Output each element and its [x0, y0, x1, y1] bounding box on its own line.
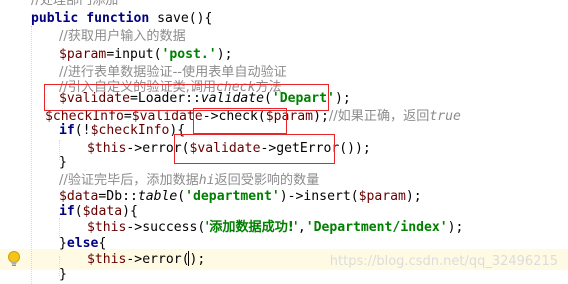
highlight-box — [193, 108, 287, 134]
keyword-else: else — [66, 236, 99, 251]
string-literal: '添加数据成功!' — [205, 220, 298, 235]
code-text: =Db:: — [98, 189, 138, 204]
comment: hi — [198, 173, 215, 188]
comment: //获取用户输入的数据 — [59, 29, 186, 44]
method-name: table — [137, 189, 178, 204]
comment: //如果正确，返回 — [328, 109, 430, 124]
variable: $param — [59, 47, 107, 62]
code-text: { — [98, 236, 107, 251]
variable: $this — [87, 220, 127, 235]
code-text: , — [297, 220, 306, 235]
code-line-1: //处理部门添加 — [31, 0, 118, 10]
function-signature: save(){ — [157, 11, 213, 26]
comment: //验证完毕后，添加数据 — [59, 173, 199, 188]
watermark: https://blog.csdn.net/qq_32496215 — [329, 254, 558, 269]
string-literal: 'Department/index' — [305, 220, 448, 235]
lightbulb-icon[interactable] — [6, 250, 22, 268]
code-text: ); — [216, 47, 233, 62]
code-text: ); — [405, 189, 422, 204]
code-text: ); — [313, 109, 329, 124]
code-text: ->error(); — [126, 252, 206, 267]
highlight-box — [174, 134, 335, 164]
text-caret — [188, 251, 189, 266]
comment: //进行表单数据验证--使用表单自动验证 — [59, 65, 287, 80]
comment: 返回受影响的数量 — [214, 173, 320, 188]
code-text: ); — [334, 91, 351, 106]
keyword-if: if — [59, 123, 75, 138]
string-literal: 'post.' — [161, 47, 217, 62]
comment: //处理部门添加 — [31, 0, 119, 8]
lightbulb-icon-graphic — [8, 251, 20, 266]
closing-brace: } — [59, 155, 67, 170]
code-text: } — [59, 236, 67, 251]
code-editor[interactable]: //处理部门添加 public function save(){ //获取用户输… — [0, 0, 568, 284]
variable: $this — [87, 141, 127, 156]
code-line-2: public function save(){ — [31, 10, 212, 28]
variable: $param — [358, 189, 406, 204]
code-line-9: if(!$checkInfo){ — [59, 122, 185, 140]
code-line-3: //获取用户输入的数据 — [59, 28, 186, 46]
highlight-box — [44, 84, 329, 111]
code-text: ( — [177, 189, 186, 204]
code-text: ( — [74, 204, 83, 219]
closing-brace: } — [59, 267, 67, 282]
keyword-public: public — [31, 11, 79, 26]
variable: $this — [87, 252, 127, 267]
variable: $data — [59, 189, 99, 204]
code-text: =input( — [106, 47, 162, 62]
code-line-15: $this->success('添加数据成功!','Department/ind… — [87, 219, 463, 237]
code-line-18: } — [59, 266, 67, 284]
code-text: ); — [447, 220, 464, 235]
string-literal: 'department' — [185, 189, 280, 204]
variable: $data — [82, 204, 123, 219]
code-text: ->success( — [126, 220, 206, 235]
variable: $checkInfo — [90, 123, 170, 138]
code-text: )->insert( — [279, 189, 359, 204]
indent-guide — [31, 26, 32, 284]
code-line-4: $param=input('post.'); — [59, 46, 232, 64]
keyword-if: if — [59, 204, 75, 219]
code-line-11: } — [59, 154, 67, 172]
keyword-function: function — [86, 11, 150, 26]
code-text: ){ — [122, 204, 138, 219]
code-text: (! — [74, 123, 91, 138]
comment: true — [429, 109, 461, 124]
